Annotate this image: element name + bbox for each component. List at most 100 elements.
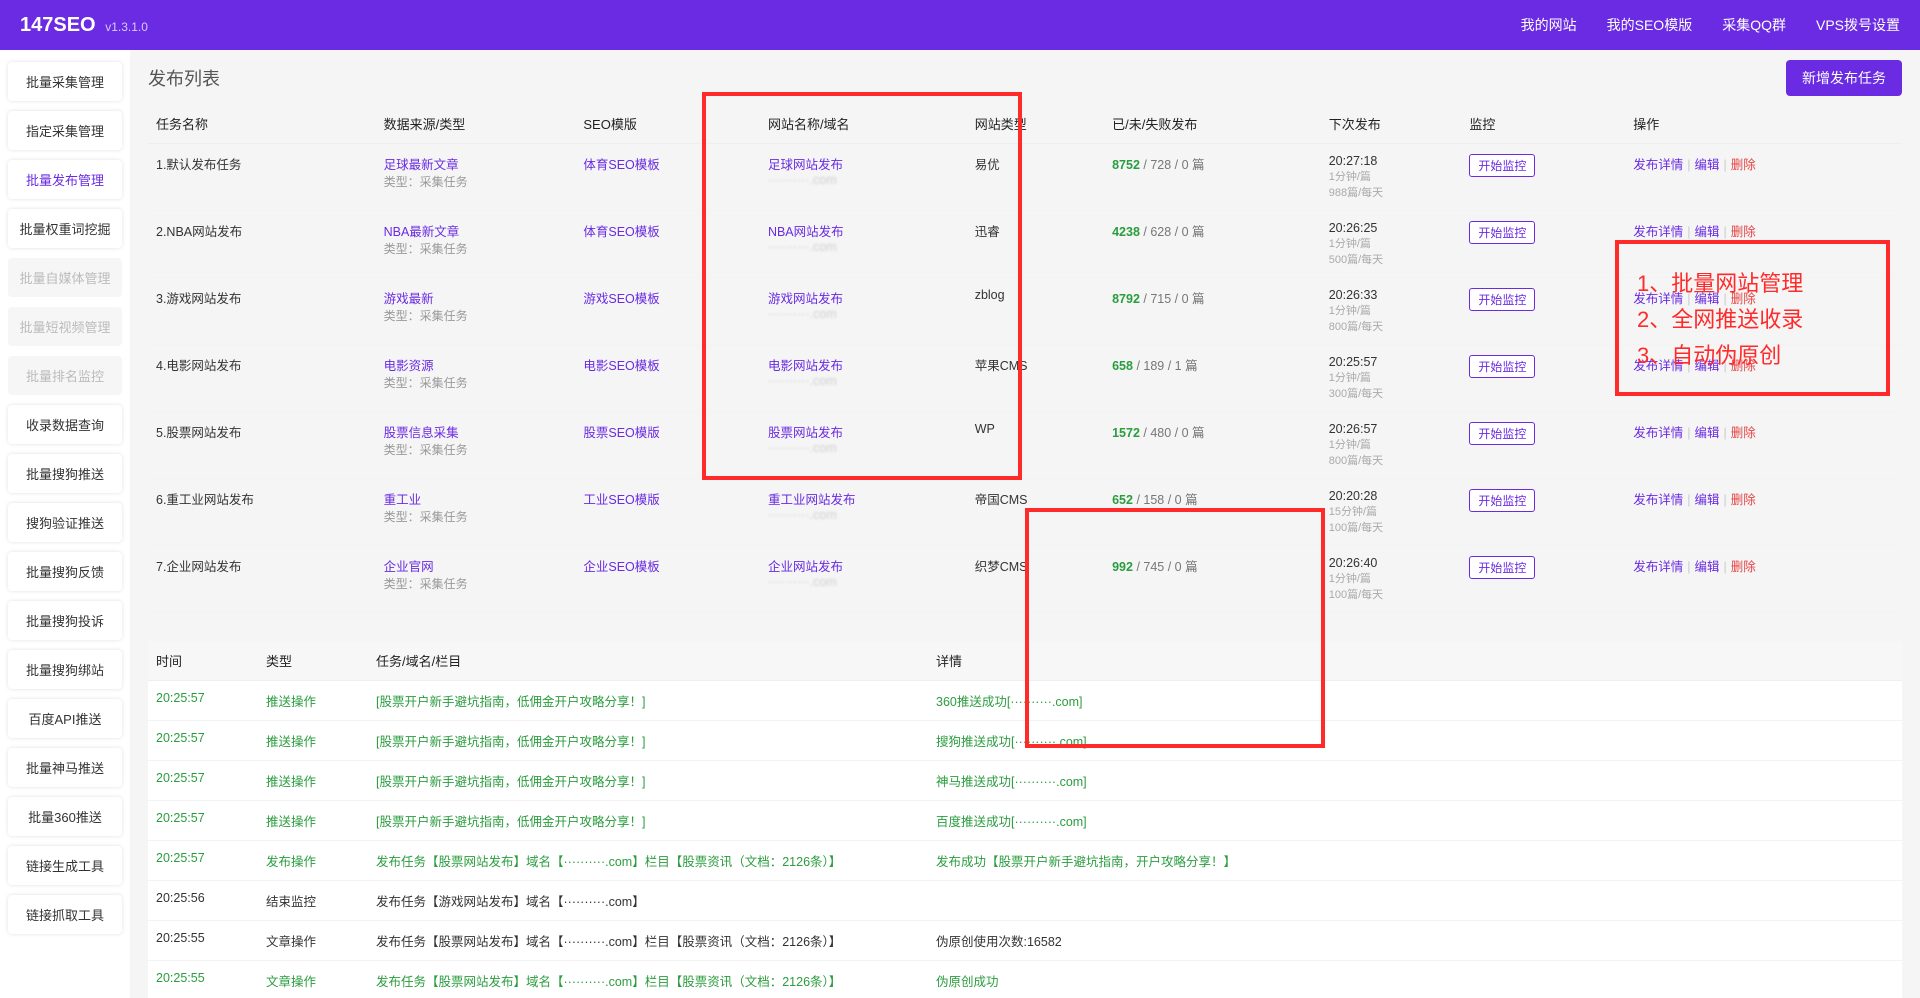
sidebar-item[interactable]: 批量神马推送 xyxy=(8,748,122,787)
freq: 1分钟/篇 xyxy=(1329,302,1454,318)
data-source-link[interactable]: 电影资源 xyxy=(384,355,568,374)
seo-template-link[interactable]: 企业SEO模板 xyxy=(583,560,659,574)
site-domain: ··········.com xyxy=(768,173,959,187)
table-row: 1.默认发布任务足球最新文章类型：采集任务体育SEO模板足球网站发布······… xyxy=(148,144,1902,211)
delete-link[interactable]: 删除 xyxy=(1731,426,1756,440)
sidebar-item[interactable]: 批量搜狗推送 xyxy=(8,454,122,493)
log-task: 发布任务【游戏网站发布】域名【··········.com】 xyxy=(368,881,928,921)
source-type: 类型：采集任务 xyxy=(384,240,568,257)
publish-table: 任务名称数据来源/类型SEO模版网站名称/域名网站类型已/未/失败发布下次发布监… xyxy=(148,104,1902,613)
edit-link[interactable]: 编辑 xyxy=(1694,359,1719,373)
edit-link[interactable]: 编辑 xyxy=(1694,426,1719,440)
table-row: 2.NBA网站发布NBA最新文章类型：采集任务体育SEO模板NBA网站发布···… xyxy=(148,211,1902,278)
log-column-header: 详情 xyxy=(928,641,1902,681)
sidebar-item[interactable]: 百度API推送 xyxy=(8,699,122,738)
seo-template-link[interactable]: 游戏SEO模板 xyxy=(583,292,659,306)
data-source-link[interactable]: NBA最新文章 xyxy=(384,221,568,240)
publish-counts: 652 / 158 / 0 篇 xyxy=(1104,479,1321,546)
sidebar-item[interactable]: 批量360推送 xyxy=(8,797,122,836)
edit-link[interactable]: 编辑 xyxy=(1694,292,1719,306)
detail-link[interactable]: 发布详情 xyxy=(1633,158,1683,172)
detail-link[interactable]: 发布详情 xyxy=(1633,560,1683,574)
site-name-link[interactable]: NBA网站发布 xyxy=(768,221,959,240)
add-publish-task-button[interactable]: 新增发布任务 xyxy=(1786,60,1902,96)
start-monitor-button[interactable]: 开始监控 xyxy=(1469,489,1535,512)
seo-template-link[interactable]: 体育SEO模板 xyxy=(583,158,659,172)
delete-link[interactable]: 删除 xyxy=(1731,225,1756,239)
sidebar-item[interactable]: 批量权重词挖掘 xyxy=(8,209,122,248)
topnav-item[interactable]: VPS拨号设置 xyxy=(1816,15,1900,35)
delete-link[interactable]: 删除 xyxy=(1731,292,1756,306)
seo-template-link[interactable]: 体育SEO模板 xyxy=(583,225,659,239)
topnav-item[interactable]: 我的网站 xyxy=(1521,15,1577,35)
data-source-link[interactable]: 企业官网 xyxy=(384,556,568,575)
delete-link[interactable]: 删除 xyxy=(1731,560,1756,574)
sidebar-item[interactable]: 批量发布管理 xyxy=(8,160,122,199)
table-row: 6.重工业网站发布重工业类型：采集任务工业SEO模版重工业网站发布·······… xyxy=(148,479,1902,546)
sidebar-item[interactable]: 批量搜狗投诉 xyxy=(8,601,122,640)
app-header: 147SEO v1.3.1.0 我的网站我的SEO模版采集QQ群VPS拨号设置 xyxy=(0,0,1920,50)
publish-counts: 1572 / 480 / 0 篇 xyxy=(1104,412,1321,479)
detail-link[interactable]: 发布详情 xyxy=(1633,225,1683,239)
log-time: 20:25:57 xyxy=(148,761,258,801)
log-row: 20:25:57推送操作[股票开户新手避坑指南，低佣金开户攻略分享！]神马推送成… xyxy=(148,761,1902,801)
main-content: 发布列表 新增发布任务 任务名称数据来源/类型SEO模版网站名称/域名网站类型已… xyxy=(130,50,1920,998)
delete-link[interactable]: 删除 xyxy=(1731,359,1756,373)
site-name-link[interactable]: 股票网站发布 xyxy=(768,422,959,441)
quota: 100篇/每天 xyxy=(1329,586,1454,602)
detail-link[interactable]: 发布详情 xyxy=(1633,493,1683,507)
sidebar-item[interactable]: 收录数据查询 xyxy=(8,405,122,444)
seo-template-link[interactable]: 电影SEO模板 xyxy=(583,359,659,373)
edit-link[interactable]: 编辑 xyxy=(1694,493,1719,507)
column-header: 网站类型 xyxy=(967,104,1104,144)
edit-link[interactable]: 编辑 xyxy=(1694,158,1719,172)
sidebar-item[interactable]: 批量采集管理 xyxy=(8,62,122,101)
column-header: 网站名称/域名 xyxy=(760,104,967,144)
source-type: 类型：采集任务 xyxy=(384,441,568,458)
row-actions: 发布详情|编辑|删除 xyxy=(1625,345,1902,412)
start-monitor-button[interactable]: 开始监控 xyxy=(1469,288,1535,311)
data-source-link[interactable]: 重工业 xyxy=(384,489,568,508)
start-monitor-button[interactable]: 开始监控 xyxy=(1469,355,1535,378)
sidebar-item[interactable]: 链接生成工具 xyxy=(8,846,122,885)
sidebar-item: 批量排名监控 xyxy=(8,356,122,395)
site-type: 织梦CMS xyxy=(967,546,1104,613)
edit-link[interactable]: 编辑 xyxy=(1694,560,1719,574)
table-row: 4.电影网站发布电影资源类型：采集任务电影SEO模板电影网站发布········… xyxy=(148,345,1902,412)
edit-link[interactable]: 编辑 xyxy=(1694,225,1719,239)
sidebar-item[interactable]: 链接抓取工具 xyxy=(8,895,122,934)
site-type: 迅睿 xyxy=(967,211,1104,278)
delete-link[interactable]: 删除 xyxy=(1731,493,1756,507)
site-domain: ··········.com xyxy=(768,240,959,254)
sidebar-item[interactable]: 批量搜狗反馈 xyxy=(8,552,122,591)
topnav-item[interactable]: 采集QQ群 xyxy=(1722,15,1786,35)
topnav-item[interactable]: 我的SEO模版 xyxy=(1607,15,1693,35)
start-monitor-button[interactable]: 开始监控 xyxy=(1469,556,1535,579)
site-name-link[interactable]: 足球网站发布 xyxy=(768,154,959,173)
detail-link[interactable]: 发布详情 xyxy=(1633,359,1683,373)
start-monitor-button[interactable]: 开始监控 xyxy=(1469,221,1535,244)
data-source-link[interactable]: 股票信息采集 xyxy=(384,422,568,441)
freq: 1分钟/篇 xyxy=(1329,570,1454,586)
site-name-link[interactable]: 电影网站发布 xyxy=(768,355,959,374)
data-source-link[interactable]: 游戏最新 xyxy=(384,288,568,307)
site-name-link[interactable]: 企业网站发布 xyxy=(768,556,959,575)
start-monitor-button[interactable]: 开始监控 xyxy=(1469,154,1535,177)
seo-template-link[interactable]: 股票SEO模版 xyxy=(583,426,659,440)
seo-template-link[interactable]: 工业SEO模版 xyxy=(583,493,659,507)
source-type: 类型：采集任务 xyxy=(384,173,568,190)
site-name-link[interactable]: 重工业网站发布 xyxy=(768,489,959,508)
sidebar-item[interactable]: 搜狗验证推送 xyxy=(8,503,122,542)
log-detail: 伪原创使用次数:16582 xyxy=(928,921,1902,961)
delete-link[interactable]: 删除 xyxy=(1731,158,1756,172)
detail-link[interactable]: 发布详情 xyxy=(1633,292,1683,306)
task-name: 6.重工业网站发布 xyxy=(148,479,376,546)
site-name-link[interactable]: 游戏网站发布 xyxy=(768,288,959,307)
detail-link[interactable]: 发布详情 xyxy=(1633,426,1683,440)
start-monitor-button[interactable]: 开始监控 xyxy=(1469,422,1535,445)
log-task: [股票开户新手避坑指南，低佣金开户攻略分享！] xyxy=(368,801,928,841)
sidebar-item[interactable]: 批量搜狗绑站 xyxy=(8,650,122,689)
data-source-link[interactable]: 足球最新文章 xyxy=(384,154,568,173)
log-detail: 神马推送成功[··········.com] xyxy=(928,761,1902,801)
sidebar-item[interactable]: 指定采集管理 xyxy=(8,111,122,150)
